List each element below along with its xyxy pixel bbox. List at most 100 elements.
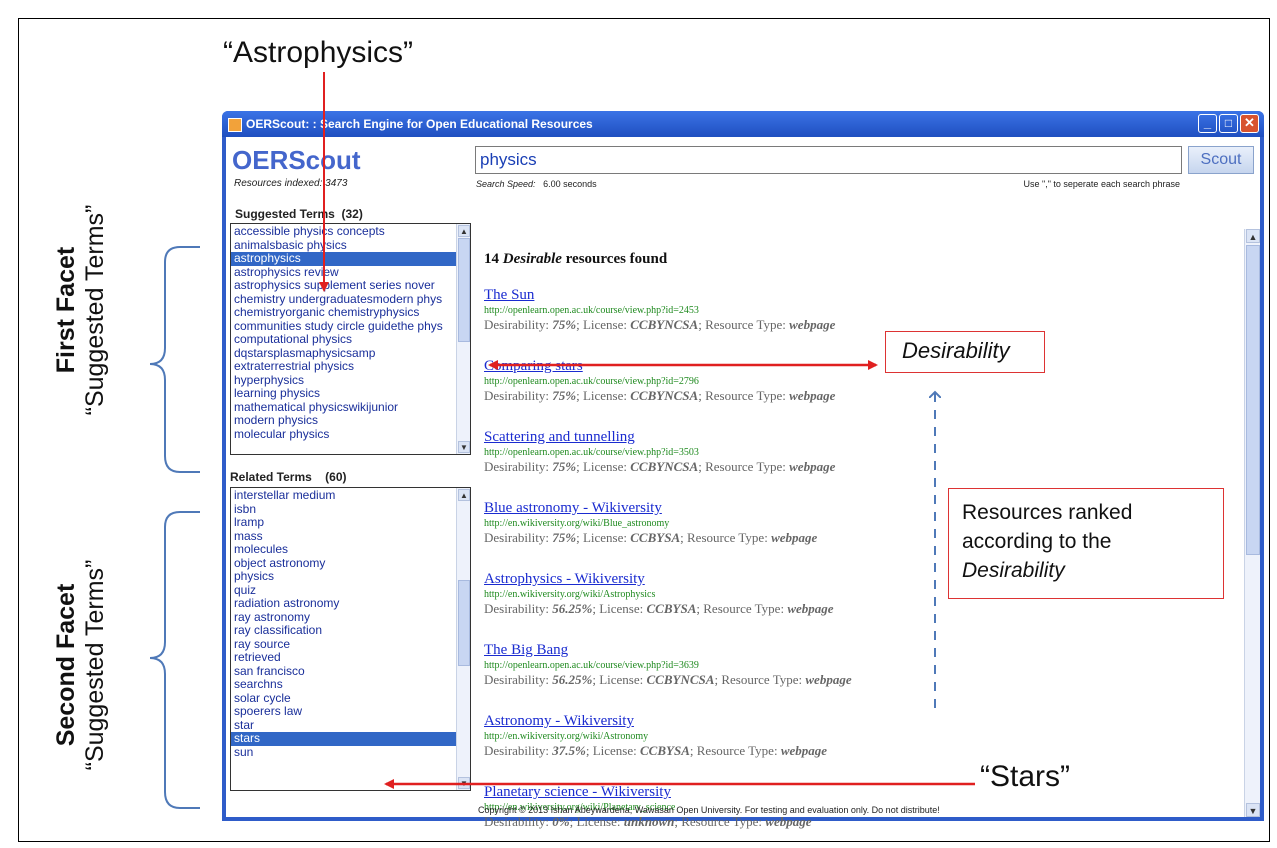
scroll-up-icon[interactable]: ▲ xyxy=(458,489,470,501)
results-scrollbar[interactable]: ▲ ▼ xyxy=(1244,229,1260,817)
minimize-button[interactable]: _ xyxy=(1198,114,1217,133)
result-meta: Desirability: 75%; License: CCBYSA; Reso… xyxy=(484,530,818,545)
license-label: License: xyxy=(599,672,644,687)
result-url[interactable]: http://openlearn.open.ac.uk/course/view.… xyxy=(484,447,835,458)
suggested-scrollbar[interactable]: ▲ ▼ xyxy=(456,224,470,454)
desirability-value: 75% xyxy=(552,317,577,332)
result-title-link[interactable]: Blue astronomy - Wikiversity xyxy=(484,500,817,517)
list-item[interactable]: animalsbasic physics xyxy=(231,238,470,253)
list-item[interactable]: ray source xyxy=(231,637,470,652)
list-item[interactable]: molecules xyxy=(231,542,470,557)
list-item[interactable]: ray astronomy xyxy=(231,610,470,625)
list-item[interactable]: astrophysics xyxy=(231,251,470,266)
suggested-terms-list[interactable]: accessible physics concepts animalsbasic … xyxy=(230,223,471,455)
list-item[interactable]: isbn xyxy=(231,502,470,517)
license-label: License: xyxy=(582,459,628,474)
list-item[interactable]: astrophysics review xyxy=(231,265,470,280)
license-value: CCBYNCSA xyxy=(646,672,715,687)
result-url[interactable]: http://openlearn.open.ac.uk/course/view.… xyxy=(484,305,835,316)
scroll-up-icon[interactable]: ▲ xyxy=(1246,229,1260,243)
list-item[interactable]: molecular physics xyxy=(231,427,470,442)
license-value: CCBYSA xyxy=(640,743,690,758)
result-title-link[interactable]: Planetary science - Wikiversity xyxy=(484,784,812,801)
result-title-link[interactable]: Astrophysics - Wikiversity xyxy=(484,571,834,588)
scroll-down-icon[interactable]: ▼ xyxy=(458,777,470,789)
close-button[interactable]: ✕ xyxy=(1240,114,1259,133)
scout-button[interactable]: Scout xyxy=(1188,146,1254,174)
resources-indexed: Resources indexed: 3473 xyxy=(234,178,348,189)
list-item[interactable]: spoerers law xyxy=(231,704,470,719)
list-item[interactable]: accessible physics concepts xyxy=(231,224,470,239)
list-item[interactable]: learning physics xyxy=(231,386,470,401)
list-item[interactable]: ray classification xyxy=(231,623,470,638)
search-speed-value: 6.00 seconds xyxy=(543,179,597,189)
scroll-thumb[interactable] xyxy=(458,238,470,342)
stars-callout: “Stars” xyxy=(980,760,1070,793)
license-label: License: xyxy=(582,388,628,403)
scroll-down-icon[interactable]: ▼ xyxy=(458,441,470,453)
list-item[interactable]: mathematical physicswikijunior xyxy=(231,400,470,415)
list-item[interactable]: interstellar medium xyxy=(231,488,470,503)
list-item[interactable]: dqstarsplasmaphysicsamp xyxy=(231,346,470,361)
related-scrollbar[interactable]: ▲ ▼ xyxy=(456,488,470,790)
maximize-button[interactable]: □ xyxy=(1219,114,1238,133)
result-item: Comparing stars http://openlearn.open.ac.… xyxy=(484,358,835,404)
suggested-terms-title: Suggested Terms xyxy=(235,207,335,221)
scroll-up-icon[interactable]: ▲ xyxy=(458,225,470,237)
list-item[interactable]: lramp xyxy=(231,515,470,530)
scroll-down-icon[interactable]: ▼ xyxy=(1246,803,1260,817)
type-value: webpage xyxy=(780,743,828,758)
result-item: Blue astronomy - Wikiversity http://en.wi… xyxy=(484,500,817,546)
list-item[interactable]: radiation astronomy xyxy=(231,596,470,611)
desirability-label: Desirability: xyxy=(484,388,549,403)
result-title-link[interactable]: Scattering and tunnelling xyxy=(484,429,835,446)
license-value: unknown xyxy=(623,814,675,829)
list-item[interactable]: sun xyxy=(231,745,470,760)
result-title-link[interactable]: Astronomy - Wikiversity xyxy=(484,713,827,730)
list-item[interactable]: star xyxy=(231,718,470,733)
result-url[interactable]: http://en.wikiversity.org/wiki/Astronomy xyxy=(484,731,827,742)
list-item[interactable]: communities study circle guidethe phys xyxy=(231,319,470,334)
type-value: webpage xyxy=(805,672,852,687)
desirability-value: 0% xyxy=(552,814,570,829)
list-item[interactable]: stars xyxy=(231,731,470,746)
list-item[interactable]: extraterrestrial physics xyxy=(231,359,470,374)
list-item[interactable]: solar cycle xyxy=(231,691,470,706)
list-item[interactable]: hyperphysics xyxy=(231,373,470,388)
list-item[interactable]: quiz xyxy=(231,583,470,598)
search-input[interactable] xyxy=(475,146,1182,174)
result-url[interactable]: http://en.wikiversity.org/wiki/Astrophys… xyxy=(484,589,834,600)
list-item[interactable]: computational physics xyxy=(231,332,470,347)
result-title-link[interactable]: The Big Bang xyxy=(484,642,852,659)
list-item[interactable]: mass xyxy=(231,529,470,544)
title-bar[interactable]: OERScout: : Search Engine for Open Educa… xyxy=(222,111,1264,137)
desirability-label: Desirability: xyxy=(484,459,549,474)
type-value: webpage xyxy=(789,317,836,332)
result-url[interactable]: http://en.wikiversity.org/wiki/Blue_astr… xyxy=(484,518,817,529)
results-suffix: resources found xyxy=(565,251,668,267)
result-item: The Sun http://openlearn.open.ac.uk/cours… xyxy=(484,287,835,333)
list-item[interactable]: san francisco xyxy=(231,664,470,679)
ranked-callout-line-3: Desirability xyxy=(962,559,1065,582)
result-title-link[interactable]: The Sun xyxy=(484,287,835,304)
type-label: Resource Type: xyxy=(696,743,778,758)
result-title-link[interactable]: Comparing stars xyxy=(484,358,835,375)
list-item[interactable]: modern physics xyxy=(231,413,470,428)
list-item[interactable]: retrieved xyxy=(231,650,470,665)
list-item[interactable]: searchns xyxy=(231,677,470,692)
result-url[interactable]: http://openlearn.open.ac.uk/course/view.… xyxy=(484,660,852,671)
list-item[interactable]: chemistry undergraduatesmodern phys xyxy=(231,292,470,307)
desirability-value: 56.25% xyxy=(552,601,593,616)
ranked-callout: Resources ranked according to the Desira… xyxy=(948,488,1224,599)
list-item[interactable]: chemistryorganic chemistryphysics xyxy=(231,305,470,320)
related-terms-list[interactable]: interstellar medium isbn lramp mass molecule… xyxy=(230,487,471,791)
list-item[interactable]: astrophysics supplement series nover xyxy=(231,278,470,293)
copyright-footer: Copyright © 2013 Ishan Abeywardena, Wawa… xyxy=(478,805,940,815)
desirability-label: Desirability: xyxy=(484,317,549,332)
list-item[interactable]: physics xyxy=(231,569,470,584)
search-hint: Use "," to seperate each search phrase xyxy=(1023,179,1180,189)
result-url[interactable]: http://openlearn.open.ac.uk/course/view.… xyxy=(484,376,835,387)
scroll-thumb[interactable] xyxy=(1246,245,1260,555)
list-item[interactable]: object astronomy xyxy=(231,556,470,571)
scroll-thumb[interactable] xyxy=(458,580,470,666)
